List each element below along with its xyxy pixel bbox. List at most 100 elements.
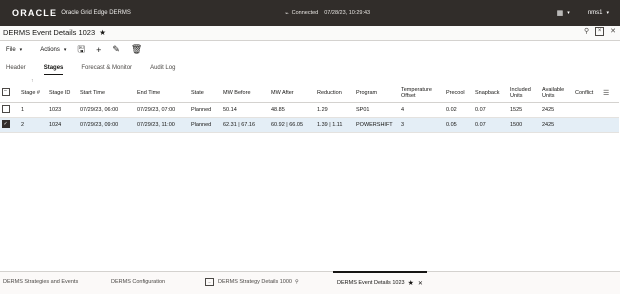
app-name: Oracle Grid Edge DERMS [61, 10, 131, 16]
column-header[interactable]: MW Before [221, 84, 269, 103]
bottom-tab-strategies-events[interactable]: DERMS Strategies and Events [3, 272, 78, 292]
chevron-down-icon: ▾ [19, 46, 23, 53]
connection-status-text: Connected [291, 10, 319, 16]
table-row[interactable]: 2 1024 07/29/23, 09:00 07/29/23, 11:00 P… [0, 117, 619, 133]
table-cell: 3 [399, 117, 444, 133]
table-cell: Planned [189, 117, 221, 133]
table-cell: 1.39 | 1.11 [315, 117, 354, 133]
file-menu-button[interactable]: File ▾ [6, 47, 22, 53]
table-cell: POWERSHIFT [354, 117, 399, 133]
pin-icon[interactable]: ⚲ [584, 27, 589, 36]
column-header[interactable]: Reduction [315, 84, 354, 103]
tab-stages[interactable]: Stages [43, 60, 64, 75]
maximize-icon[interactable]: × [595, 27, 605, 36]
table-cell: Planned [189, 102, 221, 118]
column-header[interactable]: State [189, 84, 221, 103]
actions-menu-label: Actions [40, 46, 60, 53]
table-cell: 48.85 [269, 102, 315, 118]
top-bar: ORACLE Oracle Grid Edge DERMS ⌁ Connecte… [0, 0, 620, 26]
table-cell: 1500 [508, 117, 540, 133]
save-icon[interactable]: 🖫 [77, 42, 85, 58]
table-cell: 0.07 [473, 117, 508, 133]
table-cell: 07/29/23, 11:00 [135, 117, 189, 133]
column-header[interactable]: Included Units [508, 84, 540, 103]
plug-icon: ⌁ [285, 10, 289, 17]
favorite-star-icon[interactable]: ★ [408, 279, 414, 287]
column-header[interactable]: Conflict [573, 84, 601, 103]
table-cell: 60.92 | 66.05 [269, 117, 315, 133]
column-settings-icon[interactable]: ☰ [601, 84, 619, 103]
close-icon[interactable]: ✕ [610, 27, 616, 36]
bottom-tab-label: DERMS Configuration [111, 279, 166, 285]
chevron-down-icon: ▾ [63, 46, 67, 53]
table-cell: 1 [19, 102, 47, 118]
table-cell [601, 117, 619, 133]
bottom-tab-label: DERMS Strategies and Events [3, 279, 79, 285]
table-cell: 07/29/23, 09:00 [78, 117, 135, 133]
grid-icon[interactable]: ▦ [557, 9, 564, 17]
toolbar: File ▾ Actions ▾ 🖫 + ✎ 🗑 [0, 41, 620, 58]
add-icon[interactable]: + [96, 45, 101, 55]
chevron-down-icon[interactable]: ▾ [567, 10, 570, 16]
table-cell [573, 117, 601, 133]
detail-tabs: Header Stages Forecast & Monitor Audit L… [0, 60, 620, 75]
table-cell: 2 [19, 117, 47, 133]
window-titlebar: DERMS Event Details 1023 ★ ⚲ × ✕ [0, 26, 620, 41]
connection-status: ⌁ Connected 07/28/23, 10:29:43 [285, 0, 370, 26]
table-row[interactable]: 1 1023 07/29/23, 06:00 07/29/23, 07:00 P… [0, 102, 619, 118]
table-cell: 1525 [508, 102, 540, 118]
bottom-tab-configuration[interactable]: DERMS Configuration [111, 272, 165, 292]
table-cell: 1024 [47, 117, 78, 133]
close-icon[interactable]: ✕ [418, 280, 423, 287]
page-title: DERMS Event Details 1023 [3, 28, 96, 37]
brand: ORACLE Oracle Grid Edge DERMS [12, 8, 131, 18]
actions-menu-button[interactable]: Actions ▾ [40, 47, 66, 53]
table-cell: 2425 [540, 117, 573, 133]
bottom-tab-event-details[interactable]: DERMS Event Details 1023 ★ ✕ [333, 271, 427, 293]
column-header[interactable]: Temperature Offset [399, 84, 444, 103]
delete-icon[interactable]: 🗑 [131, 44, 142, 55]
window-icon: – [205, 278, 214, 286]
oracle-logo: ORACLE [12, 8, 58, 18]
tab-forecast-monitor[interactable]: Forecast & Monitor [81, 60, 132, 74]
column-header[interactable]: Snapback [473, 84, 508, 103]
table-cell: 0.07 [473, 102, 508, 118]
pin-icon[interactable]: ⚲ [295, 279, 299, 285]
table-cell: 62.31 | 67.16 [221, 117, 269, 133]
row-checkbox[interactable] [0, 117, 19, 133]
select-all-checkbox[interactable] [0, 84, 19, 103]
table-cell: SP01 [354, 102, 399, 118]
column-header[interactable]: Stage ID [47, 84, 78, 103]
edit-icon[interactable]: ✎ [112, 44, 120, 55]
bottom-tab-bar: DERMS Strategies and Events DERMS Config… [0, 271, 620, 294]
column-header[interactable]: Available Units [540, 84, 573, 103]
table-cell: 07/29/23, 07:00 [135, 102, 189, 118]
file-menu-label: File [6, 46, 16, 53]
column-header[interactable]: MW After [269, 84, 315, 103]
chevron-down-icon[interactable]: ▾ [606, 10, 609, 16]
table-cell: 50.14 [221, 102, 269, 118]
bottom-tab-strategy-details[interactable]: – DERMS Strategy Details 1000 ⚲ [205, 272, 299, 292]
tab-audit-log[interactable]: Audit Log [150, 60, 175, 74]
user-menu[interactable]: nms1 [588, 10, 603, 16]
current-datetime: 07/28/23, 10:29:43 [324, 10, 371, 16]
column-header[interactable]: End Time [135, 84, 189, 103]
tab-header[interactable]: Header [6, 60, 26, 74]
table-header-row: Stage # Stage ID Start Time End Time Sta… [0, 84, 619, 103]
table-cell [601, 102, 619, 118]
table-cell: 0.05 [444, 117, 473, 133]
column-header[interactable]: Program [354, 84, 399, 103]
stages-table: Stage # Stage ID Start Time End Time Sta… [0, 84, 619, 133]
bottom-tab-label: DERMS Event Details 1023 [337, 280, 405, 286]
column-header[interactable]: Precool [444, 84, 473, 103]
column-header[interactable]: Start Time [78, 84, 135, 103]
column-header[interactable]: Stage # [19, 84, 47, 103]
table-cell: 4 [399, 102, 444, 118]
table-cell: 2425 [540, 102, 573, 118]
table-cell: 0.02 [444, 102, 473, 118]
table-cell: 1.29 [315, 102, 354, 118]
bottom-tab-label: DERMS Strategy Details 1000 [218, 279, 292, 285]
row-checkbox[interactable] [0, 102, 19, 118]
table-cell: 07/29/23, 06:00 [78, 102, 135, 118]
favorite-star-icon[interactable]: ★ [99, 28, 106, 37]
